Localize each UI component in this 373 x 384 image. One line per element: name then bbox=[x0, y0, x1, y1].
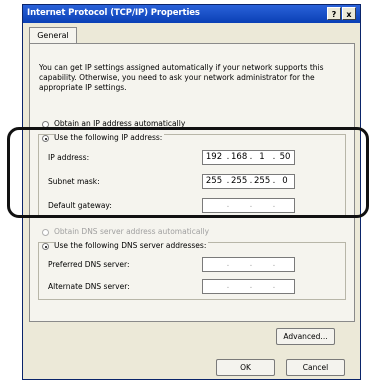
octet-separator: . bbox=[272, 281, 276, 291]
octet-separator: . bbox=[272, 259, 276, 269]
callout-highlight-box bbox=[7, 127, 369, 218]
octet-separator: . bbox=[249, 281, 253, 291]
octet-separator: . bbox=[249, 259, 253, 269]
description-text: You can get IP settings assigned automat… bbox=[39, 63, 324, 92]
use-following-dns-label[interactable]: Use the following DNS server addresses: bbox=[54, 241, 209, 250]
dns-server-group bbox=[38, 242, 346, 300]
alternate-dns-input[interactable]: . . . bbox=[202, 279, 295, 294]
close-button[interactable]: x bbox=[342, 7, 356, 20]
obtain-dns-auto-label[interactable]: Obtain DNS server address automatically bbox=[54, 227, 209, 236]
obtain-dns-auto-radio[interactable] bbox=[42, 229, 49, 236]
help-button[interactable]: ? bbox=[327, 7, 341, 20]
octet-separator: . bbox=[226, 281, 230, 291]
window-title: Internet Protocol (TCP/IP) Properties bbox=[27, 8, 200, 18]
cancel-button[interactable]: Cancel bbox=[286, 359, 345, 376]
alternate-dns-label: Alternate DNS server: bbox=[48, 282, 130, 291]
octet-separator: . bbox=[226, 259, 230, 269]
title-bar[interactable]: Internet Protocol (TCP/IP) Properties ? … bbox=[23, 5, 360, 23]
use-following-dns-radio[interactable] bbox=[42, 243, 49, 250]
advanced-button[interactable]: Advanced... bbox=[276, 328, 335, 345]
preferred-dns-label: Preferred DNS server: bbox=[48, 260, 130, 269]
preferred-dns-input[interactable]: . . . bbox=[202, 257, 295, 272]
ok-button[interactable]: OK bbox=[216, 359, 275, 376]
tab-general[interactable]: General bbox=[29, 27, 77, 44]
